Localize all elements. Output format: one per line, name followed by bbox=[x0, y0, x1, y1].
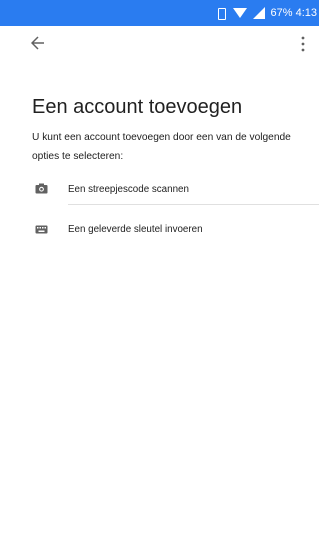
screen: 67% 4:13 Een account toevoegen U kunt ee… bbox=[0, 0, 319, 556]
option-enter-key[interactable]: Een geleverde sleutel invoeren bbox=[0, 216, 319, 240]
signal-icon bbox=[252, 7, 265, 19]
clock: 4:13 bbox=[295, 7, 317, 19]
battery-level: 67% bbox=[270, 7, 293, 19]
keyboard-icon bbox=[35, 225, 48, 234]
camera-icon bbox=[35, 183, 48, 194]
status-bar: 67% 4:13 bbox=[0, 0, 319, 26]
wifi-icon bbox=[232, 8, 247, 18]
divider bbox=[68, 204, 319, 205]
option-scan-barcode[interactable]: Een streepjescode scannen bbox=[0, 176, 319, 200]
option-label: Een streepjescode scannen bbox=[68, 184, 189, 195]
page-title: Een account toevoegen bbox=[32, 96, 243, 118]
vibrate-icon bbox=[215, 7, 227, 20]
more-vert-icon[interactable] bbox=[299, 35, 307, 53]
back-arrow-icon[interactable] bbox=[31, 35, 45, 51]
option-label: Een geleverde sleutel invoeren bbox=[68, 224, 203, 235]
page-subtitle: U kunt een account toevoegen door een va… bbox=[32, 132, 291, 162]
